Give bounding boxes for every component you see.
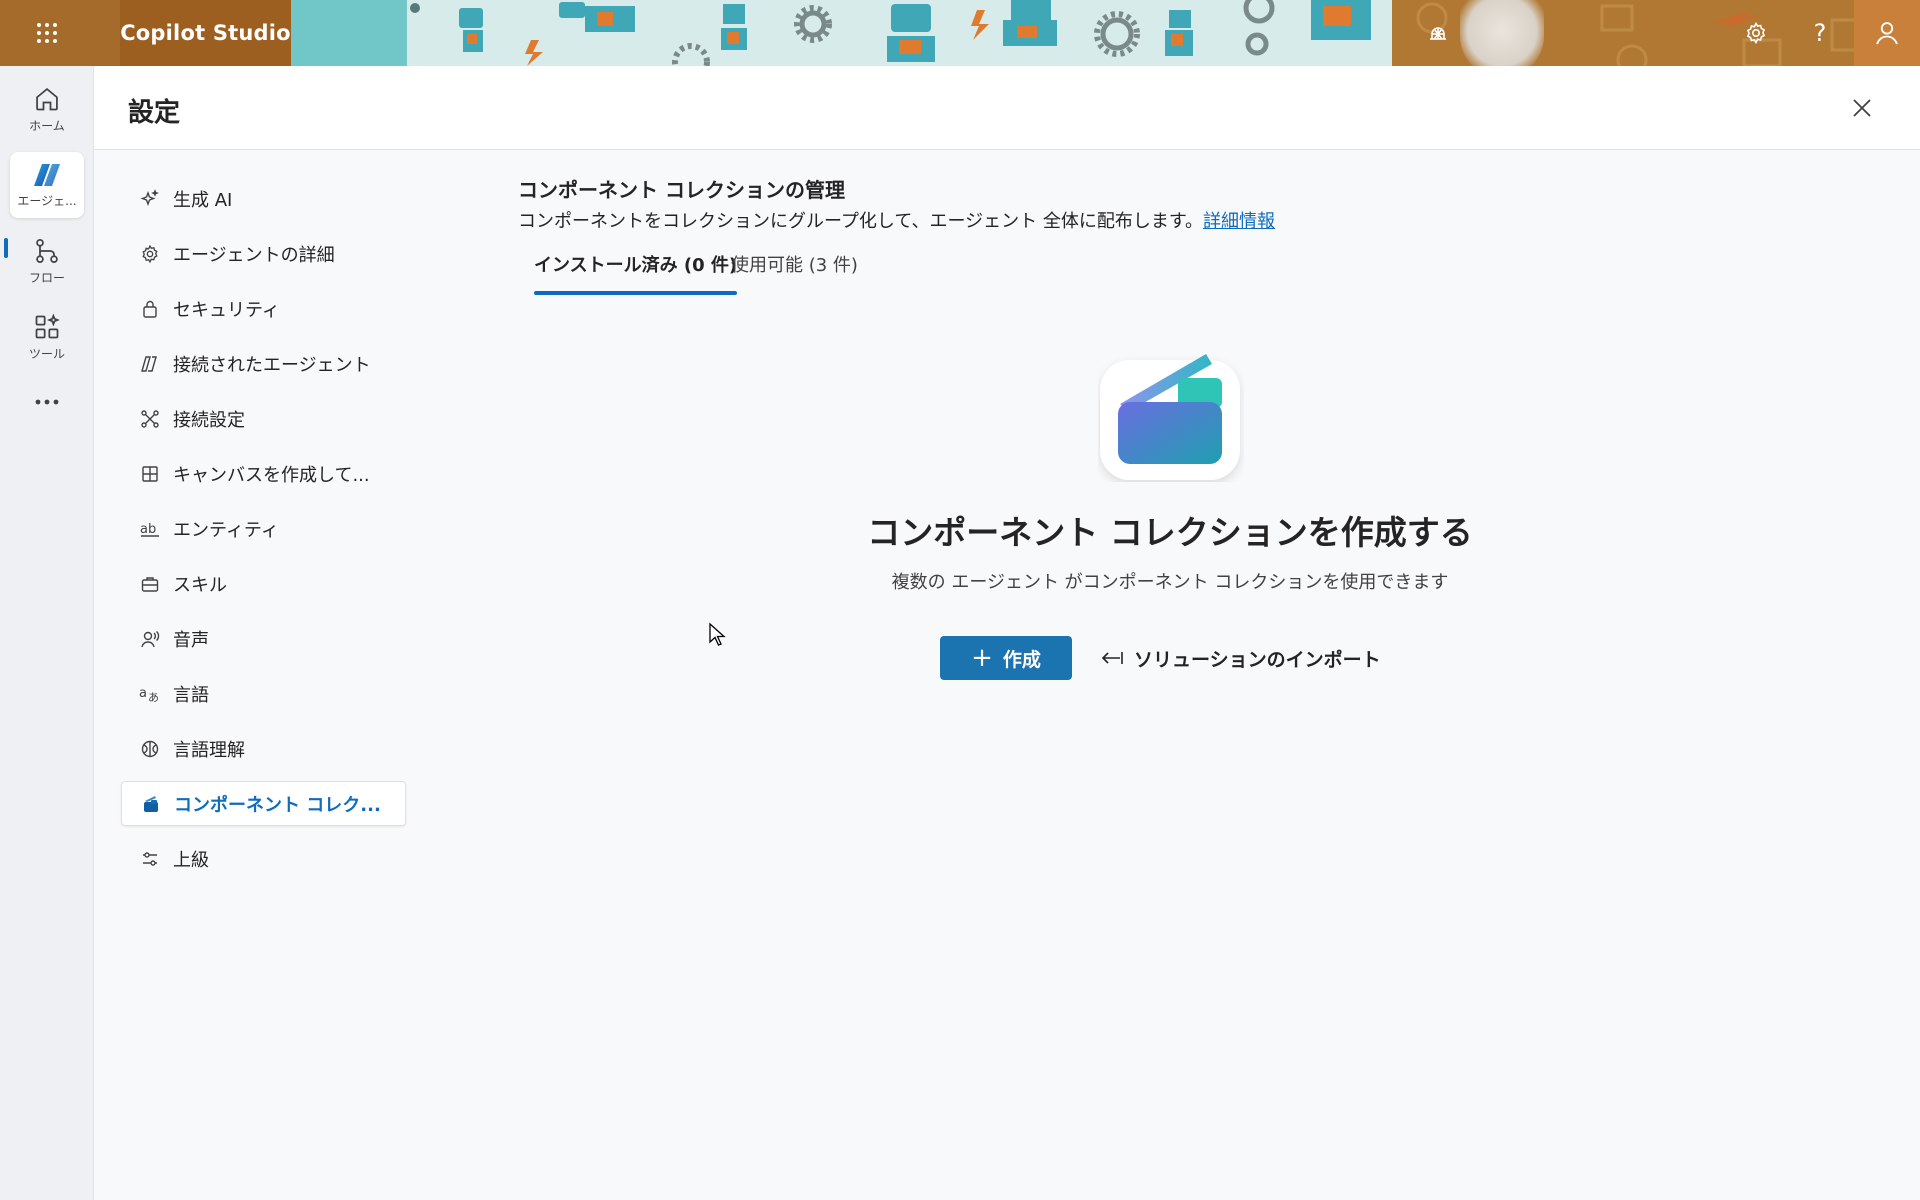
section-description: コンポーネントをコレクションにグループ化して、エージェント 全体に配布します。詳… [518,207,1818,233]
rail-item-label: ホーム [29,118,65,133]
rail-active-indicator [4,238,8,258]
nav-item-label: 接続設定 [173,409,245,431]
help-button[interactable]: ? [1800,13,1840,53]
close-icon [1853,99,1871,117]
banner-decoration [291,0,1392,66]
person-icon [1876,22,1898,45]
rail-item-label: エージェ... [17,193,77,208]
settings-header: 設定 [94,66,1920,150]
nav-item-label: セキュリティ [173,299,280,321]
close-button[interactable] [1844,90,1880,126]
connection-icon [139,408,161,430]
lock-icon [139,298,161,320]
nav-item-connection-settings[interactable]: 接続設定 [121,396,406,441]
connected-agent-icon [139,353,161,375]
app-launcher-button[interactable] [0,0,94,66]
tab-installed[interactable]: インストール済み (0 件) [534,251,738,295]
canvas-icon [139,463,161,485]
environment-icon [1430,27,1446,40]
create-button[interactable]: + 作成 [940,636,1072,680]
nav-item-component-collections[interactable]: コンポーネント コレク... [121,781,406,826]
page-title: 設定 [128,98,181,128]
description-text: コンポーネントをコレクションにグループ化して、エージェント 全体に配布します。 [518,211,1204,232]
account-button[interactable] [1854,0,1920,66]
svg-text:あ: あ [148,691,159,704]
nav-item-label: エンティティ [173,519,279,541]
tab-list: インストール済み (0 件) 使用可能 (3 件) [518,251,1818,295]
nav-item-label: 言語理解 [173,739,245,761]
nav-item-label: 上級 [173,849,209,871]
voice-icon [139,628,161,650]
agent-icon [34,163,60,186]
rail-item-tools[interactable]: ツール [10,304,84,370]
nav-item-entities[interactable]: ab エンティティ [121,506,406,551]
left-rail: ホーム エージェ... フロー ツール [0,66,94,1200]
empty-state-subtitle: 複数の エージェント がコンポーネント コレクションを使用できます [891,572,1449,593]
language-icon: aあ [139,683,161,705]
briefcase-icon [139,573,161,595]
nav-item-label: キャンバスを作成して... [173,464,370,486]
nav-item-label: エージェントの詳細 [173,244,335,266]
settings-panel: 設定 生成 AI エージェントの詳細 セキュリティ 接続されたエージェント 接続… [94,66,1920,1200]
nav-item-language[interactable]: aあ 言語 [121,671,406,716]
sparkle-icon [139,188,161,210]
empty-state-title: コンポーネント コレクションを作成する [867,513,1473,552]
environment-button[interactable] [1418,13,1458,53]
nav-item-canvas[interactable]: キャンバスを作成して... [121,451,406,496]
more-icon [35,399,59,405]
collection-icon [140,793,162,815]
nav-item-voice[interactable]: 音声 [121,616,406,661]
top-bar: Copilot Studio ? [0,0,1920,78]
mouse-cursor-icon [709,622,726,646]
help-icon: ? [1813,19,1827,47]
nav-item-advanced[interactable]: 上級 [121,836,406,881]
sliders-icon [139,848,161,870]
import-solution-button[interactable]: ソリューションのインポート [1100,636,1381,680]
section-title: コンポーネント コレクションの管理 [518,178,845,202]
robot-pattern-icon [410,0,1371,66]
rail-item-flows[interactable]: フロー [10,228,84,294]
import-button-label: ソリューションのインポート [1134,648,1381,671]
nav-item-label: 音声 [173,629,209,651]
nav-item-skills[interactable]: スキル [121,561,406,606]
rail-item-label: ツール [28,346,65,361]
entity-icon: ab [139,518,161,540]
svg-text:a: a [139,686,147,701]
nav-item-connected-agents[interactable]: 接続されたエージェント [121,341,406,386]
gear-icon [139,243,161,265]
rail-item-agents[interactable]: エージェ... [10,152,84,218]
tab-available[interactable]: 使用可能 (3 件) [731,251,858,291]
nav-item-label: スキル [173,574,227,596]
app-title[interactable]: Copilot Studio [120,0,291,66]
import-arrow-icon [1100,650,1124,666]
svg-text:ab: ab [140,522,156,537]
nav-item-generative-ai[interactable]: 生成 AI [121,176,406,221]
rail-item-home[interactable]: ホーム [10,76,84,142]
gear-icon [1746,21,1766,45]
flow-icon [36,238,58,263]
nav-item-label: 生成 AI [173,189,233,211]
collections-section: コンポーネント コレクションの管理 コンポーネントをコレクションにグループ化して… [518,174,1818,295]
rail-more-button[interactable] [10,380,84,424]
settings-nav: 生成 AI エージェントの詳細 セキュリティ 接続されたエージェント 接続設定 [121,176,406,891]
create-button-label: 作成 [1002,648,1041,671]
tools-icon [35,313,60,338]
waffle-icon [37,23,57,43]
plus-icon: + [971,643,993,673]
nav-item-label: 接続されたエージェント [173,354,371,376]
learn-more-link[interactable]: 詳細情報 [1203,211,1275,232]
component-collection-illustration-icon [1100,354,1240,480]
home-icon [36,87,58,110]
rail-item-label: フロー [28,270,65,285]
nav-item-agent-details[interactable]: エージェントの詳細 [121,231,406,276]
brain-icon [139,738,161,760]
nav-item-label: 言語 [173,684,209,706]
nav-item-security[interactable]: セキュリティ [121,286,406,331]
settings-button[interactable] [1736,13,1776,53]
nav-item-label: コンポーネント コレク... [174,794,381,816]
nav-item-language-understanding[interactable]: 言語理解 [121,726,406,771]
